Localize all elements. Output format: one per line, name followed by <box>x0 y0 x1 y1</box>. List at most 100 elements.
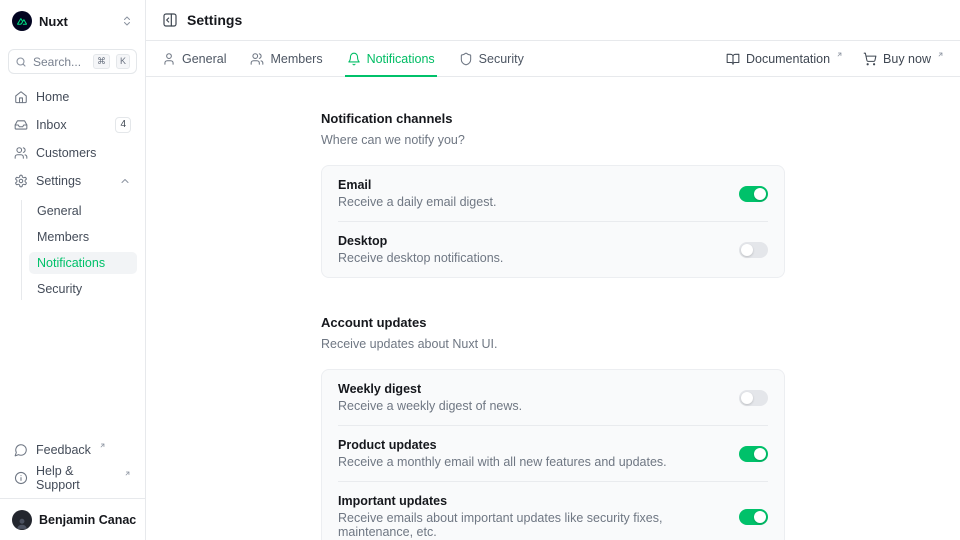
cart-icon <box>863 52 877 66</box>
chat-bubble-icon <box>14 443 28 457</box>
setting-label: Desktop <box>338 234 503 248</box>
sidebar-nav: Home Inbox 4 Customers Settings <box>8 85 137 300</box>
tab-label: Members <box>270 52 322 66</box>
kbd-k: K <box>116 54 130 69</box>
search-placeholder: Search... <box>33 55 87 69</box>
external-link-icon <box>99 442 106 449</box>
setting-description: Receive desktop notifications. <box>338 251 503 265</box>
settings-card: Email Receive a daily email digest. Desk… <box>321 165 785 278</box>
sidebar-item-label: Settings <box>36 174 81 188</box>
sidebar-item-general[interactable]: General <box>29 200 137 222</box>
sidebar-item-label: Notifications <box>37 256 105 270</box>
book-icon <box>726 52 740 66</box>
setting-description: Receive emails about important updates l… <box>338 511 723 539</box>
sidebar-footer-nav: Feedback Help & Support <box>8 438 137 489</box>
setting-text: Desktop Receive desktop notifications. <box>338 234 503 265</box>
tab-security[interactable]: Security <box>459 41 524 76</box>
setting-row-email: Email Receive a daily email digest. <box>338 166 768 221</box>
setting-text: Weekly digest Receive a weekly digest of… <box>338 382 522 413</box>
setting-label: Product updates <box>338 438 667 452</box>
weekly-digest-toggle[interactable] <box>739 390 768 406</box>
section-account-updates: Account updates Receive updates about Nu… <box>321 315 785 540</box>
avatar <box>12 510 32 530</box>
kbd-cmd: ⌘ <box>93 54 110 69</box>
user-icon <box>162 52 176 66</box>
sidebar-item-label: Home <box>36 90 69 104</box>
header-links: Documentation Buy now <box>726 41 944 76</box>
sidebar-item-security[interactable]: Security <box>29 278 137 300</box>
sidebar-item-settings[interactable]: Settings <box>8 169 137 192</box>
tab-label: Security <box>479 52 524 66</box>
sidebar-spacer <box>8 300 137 438</box>
nuxt-logo-icon <box>12 11 32 31</box>
sidebar-item-home[interactable]: Home <box>8 85 137 108</box>
sidebar-item-members[interactable]: Members <box>29 226 137 248</box>
product-updates-toggle[interactable] <box>739 446 768 462</box>
section-subtitle: Where can we notify you? <box>321 133 785 147</box>
settings-container: Notification channels Where can we notif… <box>321 77 785 540</box>
workspace-switcher[interactable]: Nuxt <box>8 8 137 34</box>
tab-members[interactable]: Members <box>250 41 322 76</box>
section-notification-channels: Notification channels Where can we notif… <box>321 111 785 278</box>
external-link-icon <box>836 51 843 58</box>
setting-label: Email <box>338 178 496 192</box>
collapse-sidebar-button[interactable] <box>162 12 178 28</box>
settings-content: Notification channels Where can we notif… <box>146 77 960 540</box>
settings-card: Weekly digest Receive a weekly digest of… <box>321 369 785 540</box>
user-menu[interactable]: Benjamin Canac <box>8 508 137 532</box>
inbox-icon <box>14 118 28 132</box>
external-link-icon <box>937 51 944 58</box>
setting-row-product-updates: Product updates Receive a monthly email … <box>338 425 768 481</box>
settings-sub-list: General Members Notifications Security <box>21 200 137 300</box>
setting-label: Weekly digest <box>338 382 522 396</box>
info-circle-icon <box>14 471 28 485</box>
setting-description: Receive a weekly digest of news. <box>338 399 522 413</box>
sidebar-divider <box>0 498 145 499</box>
bell-icon <box>347 52 361 66</box>
home-icon <box>14 90 28 104</box>
desktop-toggle[interactable] <box>739 242 768 258</box>
section-subtitle: Receive updates about Nuxt UI. <box>321 337 785 351</box>
users-icon <box>250 52 264 66</box>
sidebar-item-customers[interactable]: Customers <box>8 141 137 164</box>
setting-row-important-updates: Important updates Receive emails about i… <box>338 481 768 540</box>
sidebar-item-label: Customers <box>36 146 96 160</box>
shield-icon <box>459 52 473 66</box>
tab-notifications[interactable]: Notifications <box>347 41 435 76</box>
email-toggle[interactable] <box>739 186 768 202</box>
sidebar: Nuxt Search... ⌘ K Home <box>0 0 146 540</box>
sidebar-item-label: Help & Support <box>36 464 116 492</box>
tab-bar: General Members Notifications Security <box>146 41 960 77</box>
main-header: Settings <box>146 0 960 41</box>
link-label: Buy now <box>883 52 931 66</box>
chevron-up-down-icon <box>121 15 133 27</box>
workspace-name: Nuxt <box>39 14 114 29</box>
link-label: Documentation <box>746 52 830 66</box>
users-icon <box>14 146 28 160</box>
setting-description: Receive a daily email digest. <box>338 195 496 209</box>
setting-text: Product updates Receive a monthly email … <box>338 438 667 469</box>
sidebar-item-notifications[interactable]: Notifications <box>29 252 137 274</box>
main-panel: Settings General Members Notifications <box>146 0 960 540</box>
sidebar-item-label: Security <box>37 282 82 296</box>
tab-label: Notifications <box>367 52 435 66</box>
app-window: Nuxt Search... ⌘ K Home <box>0 0 960 540</box>
sidebar-item-help-support[interactable]: Help & Support <box>8 466 137 489</box>
search-input[interactable]: Search... ⌘ K <box>8 49 137 74</box>
tab-general[interactable]: General <box>162 41 226 76</box>
sidebar-item-feedback[interactable]: Feedback <box>8 438 137 461</box>
sidebar-item-label: Inbox <box>36 118 67 132</box>
buy-now-link[interactable]: Buy now <box>863 52 944 66</box>
setting-text: Important updates Receive emails about i… <box>338 494 723 539</box>
tab-label: General <box>182 52 226 66</box>
documentation-link[interactable]: Documentation <box>726 52 843 66</box>
important-updates-toggle[interactable] <box>739 509 768 525</box>
chevron-up-icon <box>119 175 131 187</box>
sidebar-item-inbox[interactable]: Inbox 4 <box>8 113 137 136</box>
setting-row-desktop: Desktop Receive desktop notifications. <box>338 221 768 277</box>
section-title: Notification channels <box>321 111 785 126</box>
sidebar-item-label: Members <box>37 230 89 244</box>
gear-icon <box>14 174 28 188</box>
user-name: Benjamin Canac <box>39 513 136 527</box>
sidebar-item-label: General <box>37 204 81 218</box>
